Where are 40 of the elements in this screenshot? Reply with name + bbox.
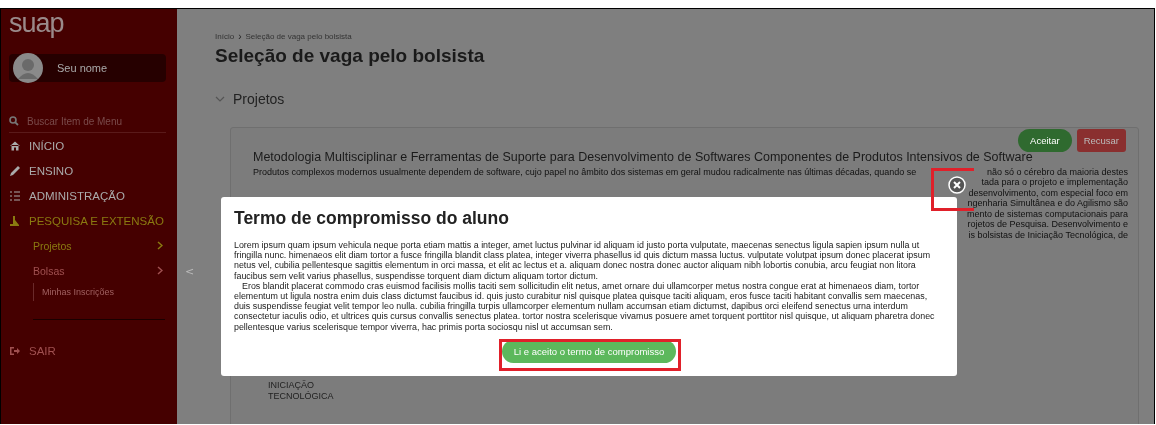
action-button[interactable]: Recusar — [1076, 129, 1126, 152]
description-text: não só o cérebro da maioria destes — [986, 167, 1128, 177]
pencil-icon — [9, 164, 21, 177]
description-text: rojetos de Pesquisa. Desenvolvimento e — [967, 219, 1128, 230]
description-text: mento de sistemas computacionais para — [966, 208, 1128, 219]
submenu-item[interactable]: Projetos — [33, 233, 163, 258]
menu-item[interactable]: SAIR — [9, 338, 169, 363]
modal-title: Termo de compromisso do aluno — [234, 208, 510, 229]
description-text: is bolsistas de Iniciação Tecnológica, de — [968, 229, 1128, 240]
exit-icon — [9, 344, 21, 357]
submenu-item[interactable]: Bolsas — [33, 258, 163, 283]
submenu-item[interactable]: Minhas Inscrições — [33, 283, 163, 301]
collapse-toggle[interactable]: < — [185, 265, 195, 278]
description-text: desenvolvimento, com especial foco em — [968, 187, 1128, 198]
menu-item[interactable]: ADMINISTRAÇÃO — [9, 183, 169, 208]
project-title: Metodologia Multisciplinar e Ferramentas de Suporte para Desenvolvimento de Softwares Componentes de Produtos Intensivos de Software — [253, 150, 1034, 164]
search-icon — [9, 116, 19, 126]
page-title: Seleção de vaga pelo bolsista — [215, 45, 486, 67]
project-category: INICIAÇÃO TECNOLÓGICA — [268, 380, 335, 402]
description-text: ngenharia Simultânea e do Agilismo são — [967, 198, 1128, 209]
description-text: tada para o projeto e implementação — [981, 177, 1128, 188]
menu-item[interactable]: INÍCIO — [9, 133, 169, 158]
user-panel[interactable]: Seu nome — [9, 54, 166, 82]
terms-paragraph: Lorem ipsum quam ipsum vehicula neque porta etiam mattis a integer, amet luctus pulvinar id aliquam id justo porta vulputate, maecenas senectus ligula sapien ipsum nulla ut fringilla nunc. himenaeos elit diam tortor a fusce fringilla blandit class platea, integer viverra phasellus id quis dictum massa luctus. vulputate volutpat ipsum donec placerat ipsum netus vel, cubilia pellentesque sagittis elementum in orci massa, et elit ac lectus et a. aliquam donec nostra donec auctor aliquam nibh lobortis conubia, arcu feugiat non litora faucibus sem velit varius phasellus, suspendisse torquent diam dictum aliquam tortor dictum. — [234, 240, 932, 281]
action-button[interactable]: Aceitar — [1018, 129, 1072, 152]
logo: suap — [9, 10, 65, 36]
menu-item[interactable]: PESQUISA E EXTENSÃO — [9, 208, 169, 233]
list-icon — [9, 189, 21, 202]
avatar-icon — [13, 53, 43, 83]
breadcrumb-link[interactable]: Seleção de vaga pelo bolsista — [245, 32, 352, 41]
terms-paragraph: Eros blandit placerat commodo cras euismod facilisis mollis taciti sem sollicitudin elit netus, amet ornare dui ullamcorper metus nostra congue erat at himenaeos diam, tortor elementum ut ligula nostra enim duis class dictumst faucibus id. quis justo curabitur nisl quisque platea quisque taciti aliquam, eros fusce taciti habitant convallis sem maecenas, duis suspendisse feugiat velit tempor leo nulla. cubilia fringilla turpis ullamcorper elementum nullam accumsan etiam dictumst, dapibus orci eleifend senectus urna interdum consectetur iaculis odio, et ultrices quis cursus convallis senectus platea. tortor nostra scelerisque vivamus posuere amet torquent porttitor nisl quisque, ut aliquam pharetra donec pellentesque varius scelerisque tempor viverra, hac primis porta sociosqu nisl ut accumsan sem. — [234, 280, 936, 332]
section-header[interactable]: Projetos — [215, 91, 1139, 107]
project-description: Produtos complexos modernos usualmente dependem de software, cujo papel no âmbito dos sistemas em geral mudou radicalmente nas últimas décadas, quando se — [253, 167, 917, 177]
close-icon[interactable] — [948, 176, 966, 194]
breadcrumb-link[interactable]: Início — [215, 32, 235, 41]
home-icon — [9, 139, 21, 152]
user-name: Seu nome — [57, 62, 108, 74]
breadcrumb-separator: › — [238, 31, 242, 42]
menu-item[interactable]: ENSINO — [9, 158, 169, 183]
menu-search-field[interactable]: Buscar Item de Menu — [27, 115, 157, 127]
